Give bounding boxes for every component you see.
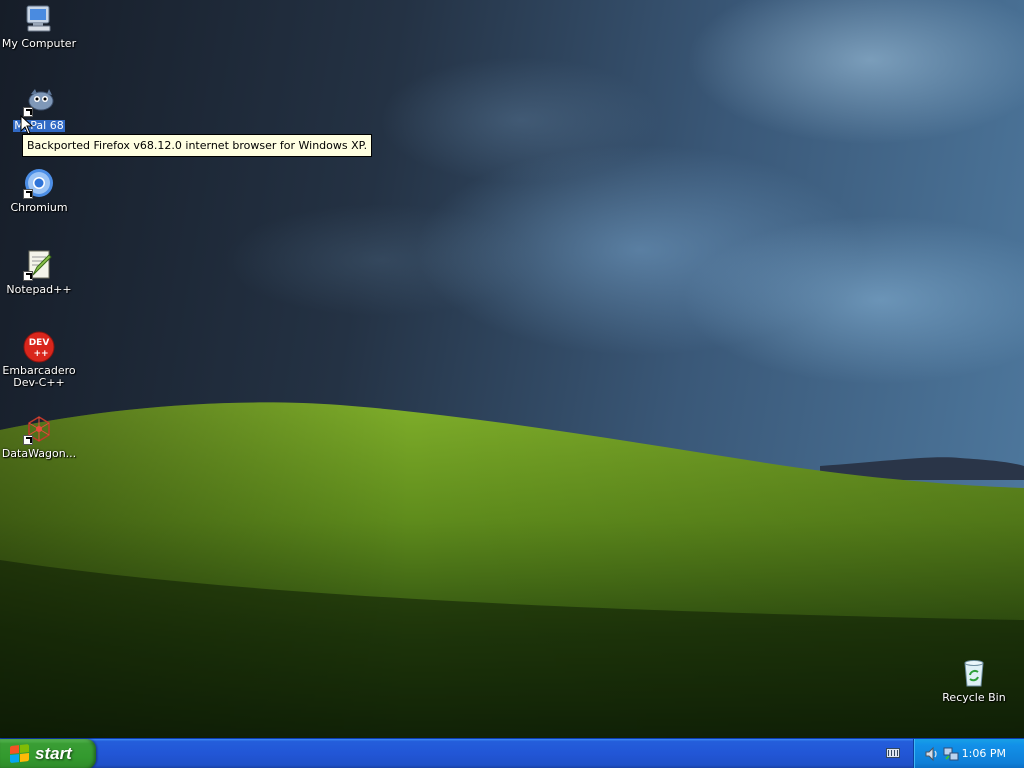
mouse-cursor-icon [20,115,34,135]
desktop-icon-label: Notepad++ [6,283,72,296]
start-label: start [35,744,72,763]
shortcut-arrow-icon [23,271,33,281]
desktop-icon-label: My Computer [1,37,77,50]
desktop-icon-recycle-bin[interactable]: Recycle Bin [935,657,1013,704]
notepad-plus-plus-icon [23,249,55,281]
desktop-icon-dev-cpp[interactable]: DEV ++ Embarcadero Dev-C++ [0,331,78,389]
desktop-icon-label: DataWagon... [1,447,77,460]
keyboard-layout-icon[interactable] [886,748,900,758]
network-icon[interactable] [943,746,959,762]
windows-logo-icon [10,744,30,764]
svg-text:DEV: DEV [29,338,50,348]
wallpaper-hills [0,402,1024,738]
system-tray: 1:06 PM [913,739,1024,768]
shortcut-arrow-icon [23,189,33,199]
desktop-icon-my-computer[interactable]: My Computer [0,3,78,50]
desktop-icon-label: Recycle Bin [942,691,1006,704]
shortcut-arrow-icon [23,435,33,445]
start-button[interactable]: start [0,739,96,768]
chromium-icon [23,167,55,199]
desktop-icon-datawagon[interactable]: DataWagon... [0,413,78,460]
desktop-icon-label: Chromium [10,201,68,214]
desktop-icon-notepad-plus-plus[interactable]: Notepad++ [0,249,78,296]
desktop-icon-label: Embarcadero Dev-C++ [2,364,76,389]
desktop-icon-mypal[interactable]: MyPal 68 [0,85,78,132]
svg-text:++: ++ [33,349,48,359]
clock[interactable]: 1:06 PM [962,739,1006,768]
tooltip: Backported Firefox v68.12.0 internet bro… [22,134,373,157]
recycle-bin-icon [958,657,990,689]
mypal-browser-icon [23,85,55,117]
speaker-icon[interactable] [924,746,940,762]
desktop-wallpaper [0,0,1024,738]
my-computer-icon [23,3,55,35]
dev-cpp-icon: DEV ++ [23,331,55,363]
taskbar: start 1:06 PM [0,738,1024,768]
desktop-icon-chromium[interactable]: Chromium [0,167,78,214]
datawagon-icon [23,413,55,445]
